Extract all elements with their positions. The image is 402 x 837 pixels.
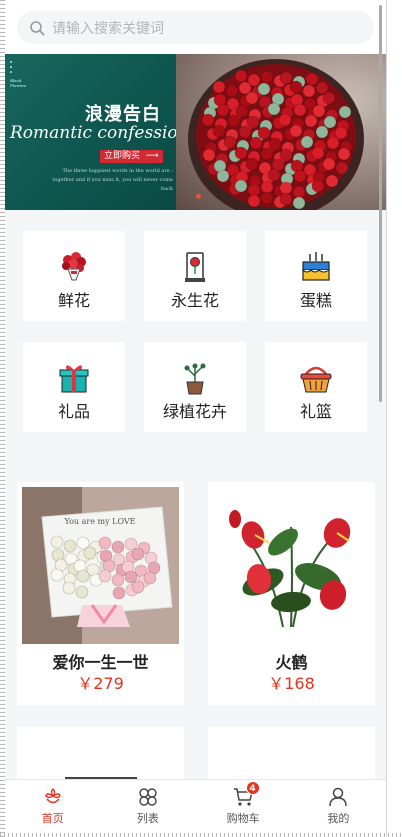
- search-placeholder: 请输入搜索关键词: [52, 20, 164, 37]
- preserved-flower-icon: [185, 252, 205, 282]
- category-cake[interactable]: 蛋糕: [265, 231, 367, 321]
- search-icon: [30, 20, 45, 35]
- logo-dots-icon: [10, 61, 12, 73]
- tab-label: 列表: [136, 812, 159, 825]
- category-gift-baskets[interactable]: 礼篮: [265, 342, 367, 432]
- banner-text-panel: Black Flowers 浪漫告白 Romantic confession 立…: [5, 54, 189, 210]
- cake-icon: [302, 252, 330, 281]
- tab-profile[interactable]: 我的: [291, 780, 386, 833]
- tab-label: 购物车: [226, 812, 260, 825]
- product-price: ￥279: [77, 674, 124, 693]
- product-price: ￥168: [268, 674, 315, 693]
- category-label: 永生花: [170, 291, 219, 310]
- wrap-text: You are my LOVE: [64, 517, 136, 526]
- potted-plant-icon: [184, 363, 206, 395]
- cart-badge: 4: [245, 781, 260, 795]
- carousel-indicator[interactable]: [196, 194, 201, 199]
- product-card[interactable]: You are my LOVE 爱你一生一世 ￥279: [17, 482, 184, 705]
- banner-brand: Black Flowers: [10, 78, 27, 88]
- category-label: 礼篮: [299, 402, 332, 421]
- category-label: 礼品: [57, 402, 90, 421]
- tab-home[interactable]: 首页: [5, 780, 100, 833]
- buy-now-label: 立即购买: [104, 151, 141, 161]
- product-image: You are my LOVE: [22, 487, 179, 644]
- basket-icon: [300, 366, 332, 393]
- search-input[interactable]: 请输入搜索关键词: [17, 11, 374, 44]
- page: 请输入搜索关键词 Black Flowers 浪漫告白 Romantic con…: [5, 0, 386, 833]
- rose-bouquet-image: [176, 54, 386, 210]
- product-card[interactable]: 火鹤 ￥168: [208, 482, 375, 705]
- home-flower-icon: [44, 788, 61, 804]
- tab-list[interactable]: 列表: [100, 780, 195, 833]
- gift-icon: [59, 365, 89, 393]
- category-gifts[interactable]: 礼品: [23, 342, 125, 432]
- product-image: [213, 487, 370, 644]
- promo-banner[interactable]: Black Flowers 浪漫告白 Romantic confession 立…: [5, 54, 386, 210]
- category-label: 鲜花: [57, 291, 90, 310]
- category-fresh-flowers[interactable]: 鲜花: [23, 231, 125, 321]
- bottom-ruler: [0, 833, 402, 837]
- search-bar: 请输入搜索关键词: [5, 0, 386, 54]
- scrollbar[interactable]: [379, 5, 382, 402]
- category-plants[interactable]: 绿植花卉: [144, 342, 246, 432]
- bouquet-icon: [62, 252, 86, 281]
- banner-subtitle: Romantic confession: [10, 123, 189, 143]
- tab-label: 首页: [41, 812, 64, 825]
- tab-cart[interactable]: 4 购物车: [196, 780, 291, 833]
- category-label: 蛋糕: [299, 291, 332, 310]
- bottom-tab-bar: 首页 列表 4 购物车 我的: [5, 779, 386, 833]
- grid-clover-icon: [139, 788, 157, 806]
- user-icon: [329, 787, 348, 807]
- right-edge: [386, 0, 387, 837]
- category-preserved-flowers[interactable]: 永生花: [144, 231, 246, 321]
- arrow-right-icon: ⟶: [142, 151, 159, 161]
- tab-label: 我的: [327, 812, 350, 825]
- banner-copy: The three happiest words in the world ar…: [52, 168, 173, 192]
- buy-now-button[interactable]: 立即购买 ⟶: [100, 150, 163, 163]
- category-label: 绿植花卉: [162, 402, 227, 421]
